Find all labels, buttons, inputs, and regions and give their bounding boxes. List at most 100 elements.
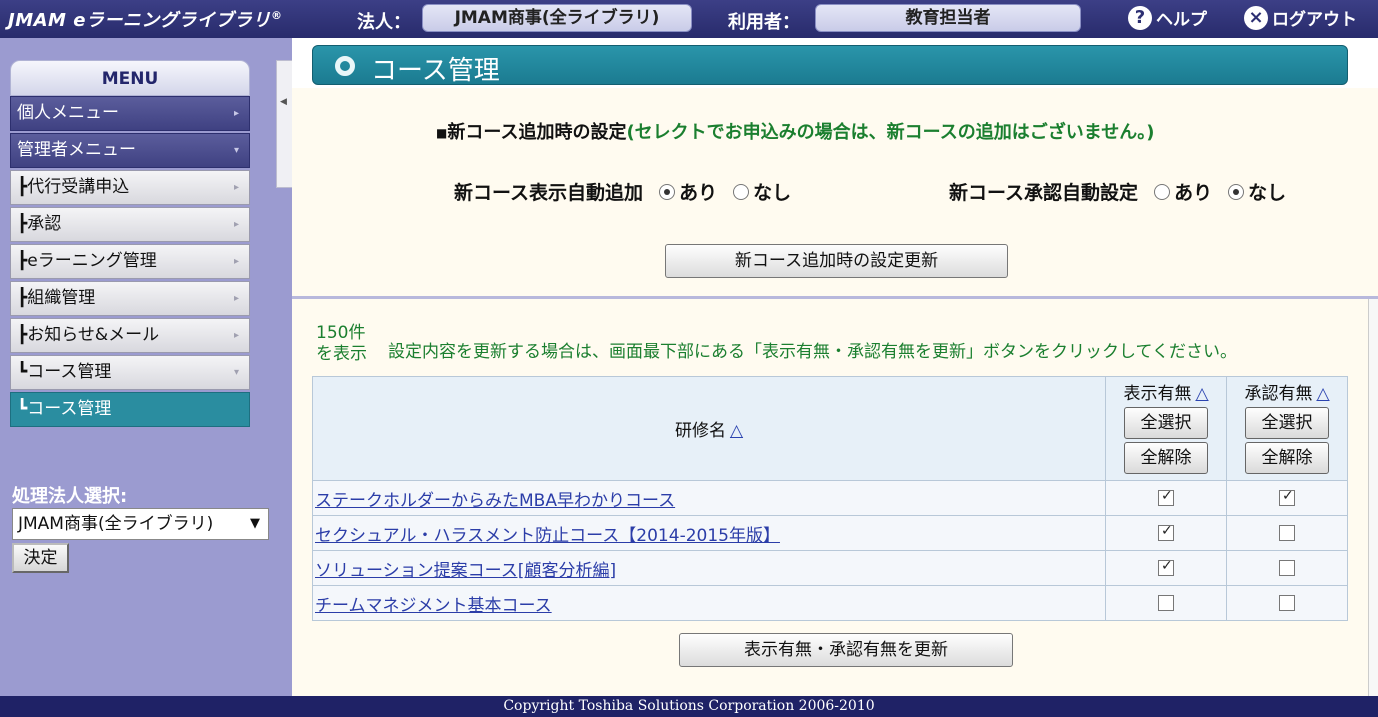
sidebar-item-label: 個人メニュー bbox=[17, 103, 119, 123]
course-list-panel: 150件 を表示 設定内容を更新する場合は、画面最下部にある「表示有無・承認有無を… bbox=[292, 299, 1378, 696]
update-display-approval-button[interactable]: 表示有無・承認有無を更新 bbox=[679, 633, 1013, 667]
result-count: 150件 を表示 bbox=[316, 323, 367, 364]
user-value-badge: 教育担当者 bbox=[815, 4, 1081, 32]
expand-arrow-icon: ▾ bbox=[233, 367, 239, 378]
sidebar-item-7[interactable]: ┗コース管理 ▾ bbox=[10, 355, 250, 390]
sort-approval-link[interactable]: △ bbox=[1316, 384, 1329, 404]
course-name-cell: ソリューション提案コース[顧客分析編] bbox=[312, 550, 1106, 586]
page-title-bar: コース管理 bbox=[312, 45, 1348, 86]
approval-cell bbox=[1226, 550, 1348, 586]
corp-select[interactable]: JMAM商事(全ライブラリ) ▼ bbox=[12, 508, 269, 540]
sidebar-item-label: ┣お知らせ&メール bbox=[17, 325, 160, 345]
sort-course-name-link[interactable]: △ bbox=[730, 421, 743, 441]
close-circle-icon: × bbox=[1244, 5, 1268, 30]
copyright-footer: Copyright Toshiba Solutions Corporation … bbox=[0, 696, 1378, 717]
column-header-display: 表示有無 △ 全選択 全解除 bbox=[1105, 376, 1227, 481]
sidebar-item-label: ┣承認 bbox=[17, 214, 62, 234]
approval-cell bbox=[1226, 480, 1348, 516]
approval-auto-set-group: 新コース承認自動設定 あり なし bbox=[949, 182, 1287, 204]
settings-heading: ■新コース追加時の設定(セレクトでお申込みの場合は、新コースの追加はございません… bbox=[436, 122, 1155, 143]
display-checkbox[interactable] bbox=[1158, 523, 1174, 541]
display-select-all-button[interactable]: 全選択 bbox=[1124, 407, 1208, 439]
update-instruction: 設定内容を更新する場合は、画面最下部にある「表示有無・承認有無を更新」ボタンをク… bbox=[388, 342, 1237, 362]
course-link[interactable]: ステークホルダーからみたMBA早わかりコース bbox=[315, 491, 675, 511]
course-name-cell: セクシュアル・ハラスメント防止コース【2014-2015年版】 bbox=[312, 515, 1106, 551]
corp-select-label: 処理法人選択: bbox=[12, 486, 128, 507]
sidebar-item-label: ┣eラーニング管理 bbox=[17, 251, 157, 271]
table-row: ソリューション提案コース[顧客分析編] bbox=[312, 550, 1348, 586]
display-deselect-all-button[interactable]: 全解除 bbox=[1124, 442, 1208, 474]
help-icon: ? bbox=[1128, 5, 1152, 30]
course-link[interactable]: ソリューション提案コース[顧客分析編] bbox=[315, 561, 616, 581]
scrollbar[interactable] bbox=[1368, 299, 1378, 696]
help-link[interactable]: ? ヘルプ bbox=[1128, 5, 1207, 30]
sidebar-item-label: ┗コース管理 bbox=[17, 399, 112, 419]
table-row: チームマネジメント基本コース bbox=[312, 585, 1348, 621]
sidebar-item-3[interactable]: ┣承認 ▸ bbox=[10, 207, 250, 242]
table-row: セクシュアル・ハラスメント防止コース【2014-2015年版】 bbox=[312, 515, 1348, 551]
display-cell bbox=[1105, 550, 1227, 586]
approval-checkbox[interactable] bbox=[1279, 595, 1295, 611]
sidebar-collapse-handle[interactable]: ◀ bbox=[276, 60, 292, 188]
user-label: 利用者： bbox=[728, 12, 800, 33]
approval-checkbox[interactable] bbox=[1279, 525, 1295, 541]
approval-select-all-button[interactable]: 全選択 bbox=[1245, 407, 1329, 439]
sidebar-item-4[interactable]: ┣eラーニング管理 ▸ bbox=[10, 244, 250, 279]
sidebar: MENU 個人メニュー ▸ 管理者メニュー ▾ ┣代行受講申込 ▸ ┣承認 ▸ ┣eラーニング管… bbox=[0, 38, 292, 696]
settings-note: (セレクトでお申込みの場合は、新コースの追加はございません。) bbox=[626, 122, 1155, 143]
display-cell bbox=[1105, 515, 1227, 551]
approval-deselect-all-button[interactable]: 全解除 bbox=[1245, 442, 1329, 474]
approval-auto-yes-radio[interactable] bbox=[1154, 183, 1171, 200]
display-checkbox[interactable] bbox=[1158, 595, 1174, 611]
column-header-course-name: 研修名 △ bbox=[312, 376, 1106, 481]
column-header-approval: 承認有無 △ 全選択 全解除 bbox=[1226, 376, 1348, 481]
table-row: ステークホルダーからみたMBA早わかりコース bbox=[312, 480, 1348, 516]
course-link[interactable]: チームマネジメント基本コース bbox=[315, 596, 552, 616]
sidebar-item-label: 管理者メニュー bbox=[17, 140, 136, 160]
course-rows: ステークホルダーからみたMBA早わかりコースセクシュアル・ハラスメント防止コース… bbox=[312, 480, 1348, 621]
display-cell bbox=[1105, 585, 1227, 621]
sidebar-item-0[interactable]: 個人メニュー ▸ bbox=[10, 96, 250, 131]
chevron-right-icon: ▸ bbox=[233, 293, 239, 304]
corp-label: 法人： bbox=[357, 12, 411, 33]
new-course-settings-panel: ■新コース追加時の設定(セレクトでお申込みの場合は、新コースの追加はございません… bbox=[292, 88, 1378, 296]
course-name-cell: チームマネジメント基本コース bbox=[312, 585, 1106, 621]
chevron-right-icon: ▸ bbox=[233, 330, 239, 341]
approval-checkbox[interactable] bbox=[1279, 488, 1295, 506]
sidebar-item-6[interactable]: ┣お知らせ&メール ▸ bbox=[10, 318, 250, 353]
approval-cell bbox=[1226, 515, 1348, 551]
approval-checkbox[interactable] bbox=[1279, 560, 1295, 576]
sidebar-item-2[interactable]: ┣代行受講申込 ▸ bbox=[10, 170, 250, 205]
top-header: JMAM eラーニングライブラリ® 法人： JMAM商事(全ライブラリ) 利用者… bbox=[0, 0, 1378, 38]
main-content: コース管理 ■新コース追加時の設定(セレクトでお申込みの場合は、新コースの追加は… bbox=[292, 38, 1378, 696]
ring-icon bbox=[335, 56, 355, 76]
display-auto-add-group: 新コース表示自動追加 あり なし bbox=[454, 182, 792, 204]
display-auto-yes-radio[interactable] bbox=[659, 183, 676, 200]
square-bullet-icon: ■ bbox=[436, 126, 448, 140]
chevron-right-icon: ▸ bbox=[233, 219, 239, 230]
sort-display-link[interactable]: △ bbox=[1195, 384, 1208, 404]
decide-button[interactable]: 決定 bbox=[12, 543, 69, 573]
collapse-arrow-icon: ◀ bbox=[280, 97, 287, 107]
update-new-course-settings-button[interactable]: 新コース追加時の設定更新 bbox=[665, 244, 1008, 278]
display-checkbox[interactable] bbox=[1158, 558, 1174, 576]
chevron-down-icon: ▼ bbox=[250, 516, 260, 531]
page-title: コース管理 bbox=[371, 56, 500, 86]
chevron-right-icon: ▸ bbox=[233, 108, 239, 119]
display-auto-no-radio[interactable] bbox=[733, 183, 750, 200]
approval-auto-no-radio[interactable] bbox=[1228, 183, 1245, 200]
sidebar-item-5[interactable]: ┣組織管理 ▸ bbox=[10, 281, 250, 316]
display-cell bbox=[1105, 480, 1227, 516]
approval-cell bbox=[1226, 585, 1348, 621]
sidebar-item-label: ┣代行受講申込 bbox=[17, 177, 130, 197]
chevron-right-icon: ▸ bbox=[233, 182, 239, 193]
corp-value-badge: JMAM商事(全ライブラリ) bbox=[422, 4, 692, 32]
sidebar-item-1[interactable]: 管理者メニュー ▾ bbox=[10, 133, 250, 168]
sidebar-item-8[interactable]: ┗コース管理 bbox=[10, 392, 250, 427]
logout-link[interactable]: × ログアウト bbox=[1244, 5, 1357, 30]
course-table: 研修名 △ 表示有無 △ 全選択 全解除 承認有無 △ 全選択 全解除 ステークホルダ… bbox=[312, 376, 1348, 621]
display-checkbox[interactable] bbox=[1158, 488, 1174, 506]
sidebar-item-label: ┗コース管理 bbox=[17, 362, 112, 382]
course-link[interactable]: セクシュアル・ハラスメント防止コース【2014-2015年版】 bbox=[315, 526, 780, 546]
course-name-cell: ステークホルダーからみたMBA早わかりコース bbox=[312, 480, 1106, 516]
